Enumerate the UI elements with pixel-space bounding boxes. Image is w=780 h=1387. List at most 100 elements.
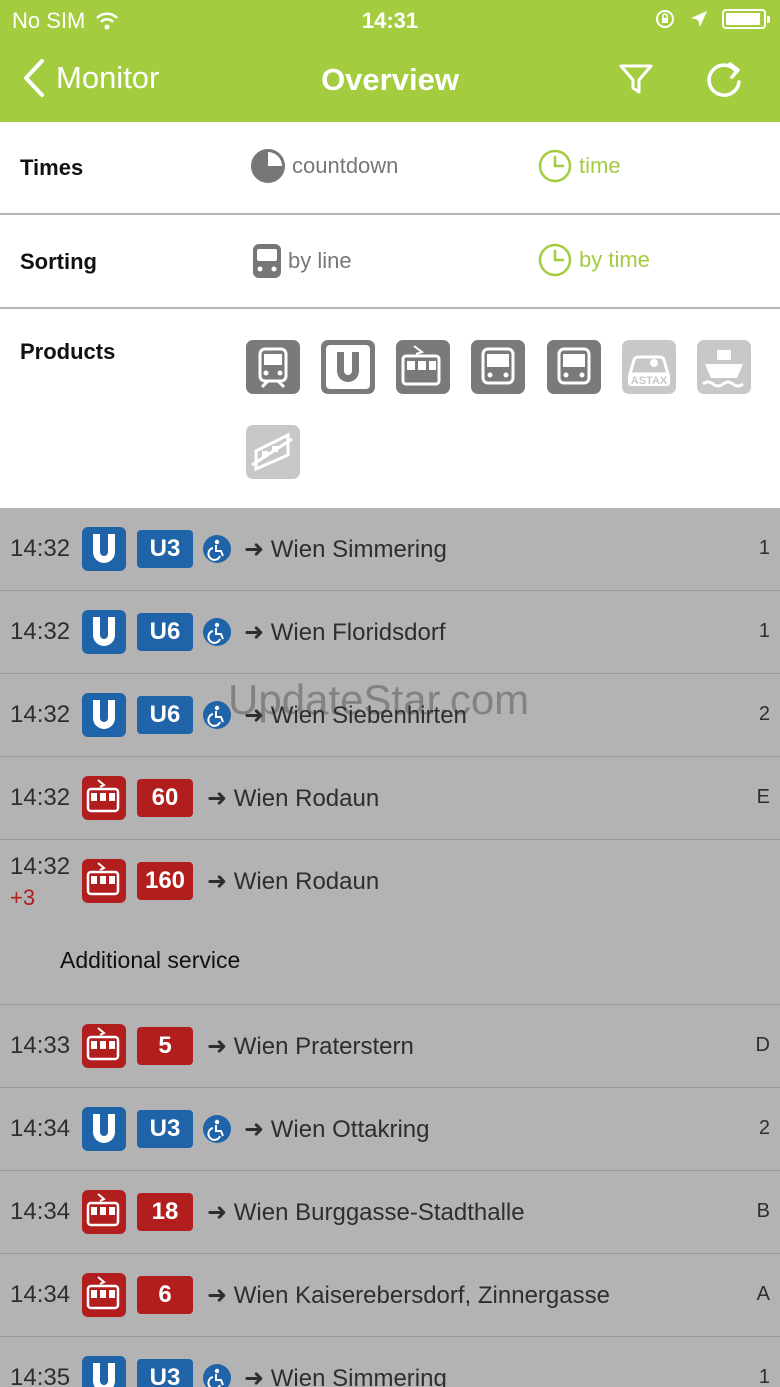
status-bar: No SIM 14:31 bbox=[0, 0, 780, 40]
ubahn-icon bbox=[82, 610, 126, 654]
time-label: time bbox=[579, 153, 621, 178]
departure-row[interactable]: 14:32 U6 ➜ Wien Floridsdorf 1 bbox=[0, 591, 780, 674]
tram-icon bbox=[401, 345, 441, 386]
destination-label: Wien Burggasse-Stadthalle bbox=[233, 1199, 525, 1226]
platform-label: B bbox=[756, 1200, 770, 1222]
taxi-icon: ASTAX bbox=[628, 355, 670, 387]
arrow-right-icon: ➜ bbox=[207, 1282, 228, 1309]
destination-label: Wien Praterstern bbox=[233, 1033, 414, 1060]
platform-label: 2 bbox=[758, 1117, 770, 1139]
additional-service-note: Additional service bbox=[60, 947, 241, 973]
product-ferry-toggle[interactable] bbox=[697, 340, 751, 394]
product-regional-bus-toggle[interactable] bbox=[547, 340, 601, 394]
destination: ➜ Wien Rodaun bbox=[207, 784, 379, 813]
departure-time: 14:32 bbox=[10, 701, 71, 728]
line-badge: U3 bbox=[137, 1359, 193, 1387]
arrow-right-icon: ➜ bbox=[244, 619, 265, 646]
destination-label: Wien Ottakring bbox=[270, 1116, 430, 1143]
tram-icon bbox=[82, 859, 126, 903]
destination: ➜ Wien Floridsdorf bbox=[244, 618, 446, 647]
departure-time: 14:34 bbox=[10, 1281, 71, 1308]
line-badge: U3 bbox=[137, 530, 193, 568]
platform-label: 1 bbox=[758, 620, 770, 642]
tram-icon bbox=[82, 1190, 126, 1234]
departure-time: 14:34 bbox=[10, 1198, 71, 1225]
sorting-label: Sorting bbox=[20, 249, 97, 274]
wheelchair-icon bbox=[203, 1115, 231, 1143]
ubahn-icon bbox=[326, 345, 370, 389]
bus-icon bbox=[481, 347, 515, 385]
filter-button[interactable] bbox=[614, 58, 658, 102]
cable-car-icon bbox=[251, 432, 293, 472]
product-astax-toggle[interactable]: ASTAX bbox=[622, 340, 676, 394]
clock-icon bbox=[538, 243, 572, 277]
wheelchair-icon bbox=[203, 701, 231, 729]
arrow-right-icon: ➜ bbox=[244, 702, 265, 729]
times-option-time[interactable]: time bbox=[537, 148, 621, 184]
ferry-icon bbox=[702, 350, 744, 388]
countdown-icon bbox=[251, 149, 285, 183]
line-badge: 60 bbox=[137, 779, 193, 817]
platform-label: 1 bbox=[758, 537, 770, 559]
astax-label: ASTAX bbox=[631, 375, 668, 387]
line-badge: 18 bbox=[137, 1193, 193, 1231]
destination-label: Wien Simmering bbox=[270, 1365, 447, 1387]
by-time-label: by time bbox=[579, 247, 650, 272]
filter-icon bbox=[619, 64, 653, 94]
times-label: Times bbox=[20, 155, 84, 180]
arrow-right-icon: ➜ bbox=[207, 868, 228, 895]
platform-label: E bbox=[756, 786, 770, 808]
product-ubahn-toggle[interactable] bbox=[321, 340, 375, 394]
battery-icon bbox=[722, 9, 770, 29]
destination: ➜ Wien Kaiserebersdorf, Zinnergasse bbox=[207, 1281, 610, 1310]
destination-label: Wien Siebenhirten bbox=[270, 702, 467, 729]
top-bar: No SIM 14:31 Monitor Overview bbox=[0, 0, 780, 122]
line-badge: U6 bbox=[137, 613, 193, 651]
by-line-label: by line bbox=[288, 248, 352, 273]
delay-label: +3 bbox=[10, 885, 36, 910]
departure-row[interactable]: 14:32 U3 ➜ Wien Simmering 1 bbox=[0, 508, 780, 591]
ubahn-icon bbox=[82, 693, 126, 737]
train-icon bbox=[258, 347, 288, 389]
destination: ➜ Wien Ottakring bbox=[244, 1115, 430, 1144]
arrow-right-icon: ➜ bbox=[207, 1033, 228, 1060]
departure-time: 14:32 bbox=[10, 535, 71, 562]
orientation-lock-icon bbox=[656, 10, 674, 28]
refresh-button[interactable] bbox=[702, 58, 746, 102]
product-tram-toggle[interactable] bbox=[396, 340, 450, 394]
departure-row[interactable]: 14:32 U6 ➜ Wien Siebenhirten 2 bbox=[0, 674, 780, 757]
departure-row[interactable]: 14:32 +3 160 ➜ Wien Rodaun Additional servic… bbox=[0, 840, 780, 1005]
wheelchair-icon bbox=[203, 618, 231, 646]
countdown-label: countdown bbox=[292, 153, 399, 178]
product-train-toggle[interactable] bbox=[246, 340, 300, 394]
settings-panel: Times countdown time Sorting by line by … bbox=[0, 122, 780, 508]
destination: ➜ Wien Rodaun bbox=[207, 867, 379, 896]
train-icon bbox=[253, 244, 281, 278]
destination: ➜ Wien Simmering bbox=[244, 1364, 447, 1387]
regional-bus-icon bbox=[557, 347, 591, 385]
departure-row[interactable]: 14:32 60 ➜ Wien Rodaun E bbox=[0, 757, 780, 840]
tram-icon bbox=[82, 776, 126, 820]
tram-icon bbox=[82, 1273, 126, 1317]
departure-row[interactable]: 14:35 U3 ➜ Wien Simmering 1 bbox=[0, 1337, 780, 1387]
departure-list[interactable]: UpdateStar.com 14:32 U3 ➜ Wien Simmering 1 1… bbox=[0, 508, 780, 1387]
departure-row[interactable]: 14:34 18 ➜ Wien Burggasse-Stadthalle B bbox=[0, 1171, 780, 1254]
destination-label: Wien Simmering bbox=[270, 536, 447, 563]
platform-label: A bbox=[756, 1283, 770, 1305]
departure-row[interactable]: 14:33 5 ➜ Wien Praterstern D bbox=[0, 1005, 780, 1088]
page-title: Overview bbox=[321, 62, 459, 97]
sorting-option-by-line[interactable]: by line bbox=[252, 242, 352, 280]
product-bus-toggle[interactable] bbox=[471, 340, 525, 394]
clock-icon bbox=[538, 149, 572, 183]
arrow-right-icon: ➜ bbox=[244, 1365, 265, 1387]
times-option-countdown[interactable]: countdown bbox=[250, 148, 398, 184]
sorting-option-by-time[interactable]: by time bbox=[537, 242, 650, 278]
destination-label: Wien Floridsdorf bbox=[270, 619, 446, 646]
destination: ➜ Wien Simmering bbox=[244, 535, 447, 564]
departure-row[interactable]: 14:34 U3 ➜ Wien Ottakring 2 bbox=[0, 1088, 780, 1171]
times-row: Times countdown time bbox=[0, 122, 780, 215]
departure-row[interactable]: 14:34 6 ➜ Wien Kaiserebersdorf, Zinnergass… bbox=[0, 1254, 780, 1337]
destination-label: Wien Rodaun bbox=[233, 785, 380, 812]
ubahn-icon bbox=[82, 1107, 126, 1151]
product-cable-car-toggle[interactable] bbox=[246, 425, 300, 479]
